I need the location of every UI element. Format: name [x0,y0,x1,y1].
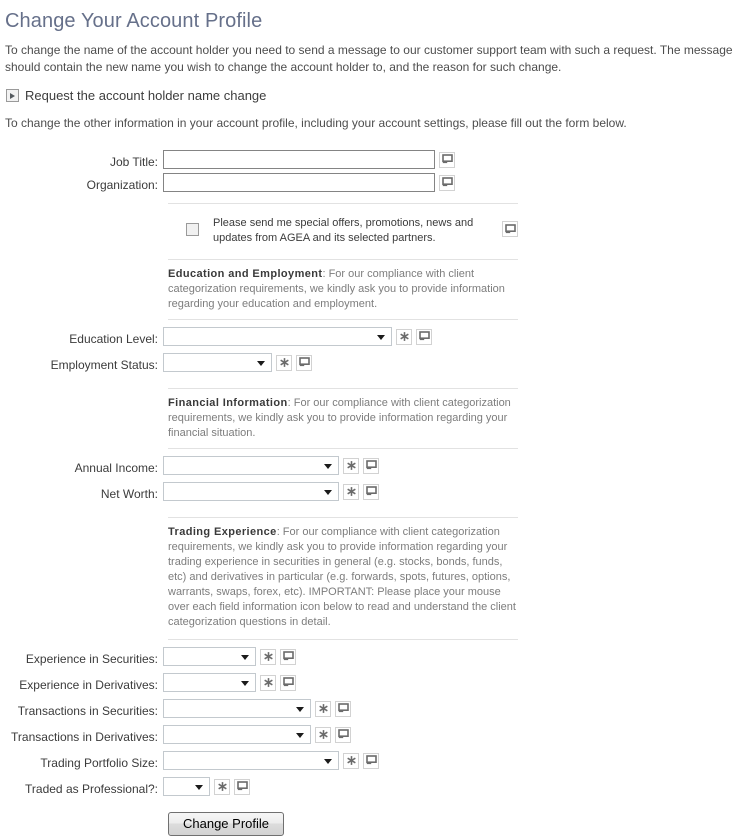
marketing-optin-checkbox[interactable] [186,223,199,236]
row-job-title: Job Title: [0,150,750,173]
page-title: Change Your Account Profile [5,10,263,32]
label-transactions-securities: Transactions in Securities: [17,704,158,718]
required-star-icon[interactable] [276,354,292,371]
tooltip-screen-icon[interactable] [335,726,351,743]
label-annual-income: Annual Income: [74,461,158,475]
tooltip-screen-icon[interactable] [363,483,379,500]
education-level-select[interactable] [163,327,392,346]
separator [168,639,518,640]
tooltip-screen-icon[interactable] [416,328,432,345]
separator [168,259,518,260]
required-star-icon[interactable] [343,752,359,769]
row-organization: Organization: [0,173,750,196]
trading-section-note: Trading Experience: For our compliance w… [168,525,516,630]
experience-derivatives-select[interactable] [163,673,256,692]
separator [168,203,518,204]
trading-section-heading: Trading Experience [168,526,277,538]
intro-paragraph: To change the name of the account holder… [5,43,733,74]
financial-section-heading: Financial Information [168,397,288,409]
education-section-heading: Education and Employment [168,268,323,280]
separator [168,319,518,320]
request-name-change-link[interactable]: Request the account holder name change [0,88,750,103]
row-marketing-optin: Please send me special offers, promotion… [186,211,518,252]
label-job-title: Job Title: [109,155,158,169]
row-trading-portfolio-size: Trading Portfolio Size: [0,751,750,774]
transactions-derivatives-select[interactable] [163,725,311,744]
tooltip-screen-icon[interactable] [502,221,518,237]
annual-income-select[interactable] [163,456,339,475]
trading-portfolio-size-select[interactable] [163,751,339,770]
row-net-worth: Net Worth: [0,482,750,505]
submit-row: Change Profile [0,812,750,836]
row-experience-securities: Experience in Securities: [0,647,750,670]
tooltip-screen-icon[interactable] [234,778,250,795]
label-trading-portfolio-size: Trading Portfolio Size: [40,756,158,770]
profile-form: Job Title: Organization: Please send me [0,150,750,836]
required-star-icon[interactable] [343,483,359,500]
required-star-icon[interactable] [315,700,331,717]
label-transactions-derivatives: Transactions in Derivatives: [11,730,158,744]
label-net-worth: Net Worth: [100,487,158,501]
label-education-level: Education Level: [69,332,158,346]
education-section-note: Education and Employment: For our compli… [168,267,516,312]
row-transactions-derivatives: Transactions in Derivatives: [0,725,750,748]
required-star-icon[interactable] [260,648,276,665]
label-organization: Organization: [86,178,158,192]
organization-input[interactable] [163,173,435,192]
tooltip-screen-icon[interactable] [439,151,455,168]
separator [168,448,518,449]
account-profile-page: Change Your Account Profile To change th… [0,0,750,836]
row-transactions-securities: Transactions in Securities: [0,699,750,722]
sub-intro-paragraph: To change the other information in your … [5,116,627,130]
marketing-optin-label: Please send me special offers, promotion… [213,217,474,244]
trading-section-body: : For our compliance with client categor… [168,526,516,628]
label-traded-as-professional: Traded as Professional?: [25,782,158,796]
row-experience-derivatives: Experience in Derivatives: [0,673,750,696]
tooltip-screen-icon[interactable] [439,174,455,191]
request-name-change-label: Request the account holder name change [25,88,267,103]
required-star-icon[interactable] [260,674,276,691]
tooltip-screen-icon[interactable] [363,752,379,769]
label-experience-securities: Experience in Securities: [25,652,158,666]
required-star-icon[interactable] [396,328,412,345]
row-education-level: Education Level: [0,327,750,350]
tooltip-screen-icon[interactable] [280,674,296,691]
tooltip-screen-icon[interactable] [363,457,379,474]
traded-as-professional-select[interactable] [163,777,210,796]
transactions-securities-select[interactable] [163,699,311,718]
row-employment-status: Employment Status: [0,353,750,376]
required-star-icon[interactable] [315,726,331,743]
change-profile-button[interactable]: Change Profile [168,812,284,836]
employment-status-select[interactable] [163,353,272,372]
financial-section-note: Financial Information: For our complianc… [168,396,516,441]
tooltip-screen-icon[interactable] [296,354,312,371]
triangle-right-icon [6,89,19,102]
required-star-icon[interactable] [214,778,230,795]
net-worth-select[interactable] [163,482,339,501]
label-experience-derivatives: Experience in Derivatives: [19,678,158,692]
tooltip-screen-icon[interactable] [335,700,351,717]
separator [168,388,518,389]
label-employment-status: Employment Status: [50,358,158,372]
separator [168,517,518,518]
row-annual-income: Annual Income: [0,456,750,479]
tooltip-screen-icon[interactable] [280,648,296,665]
required-star-icon[interactable] [343,457,359,474]
experience-securities-select[interactable] [163,647,256,666]
job-title-input[interactable] [163,150,435,169]
row-traded-as-professional: Traded as Professional?: [0,777,750,800]
